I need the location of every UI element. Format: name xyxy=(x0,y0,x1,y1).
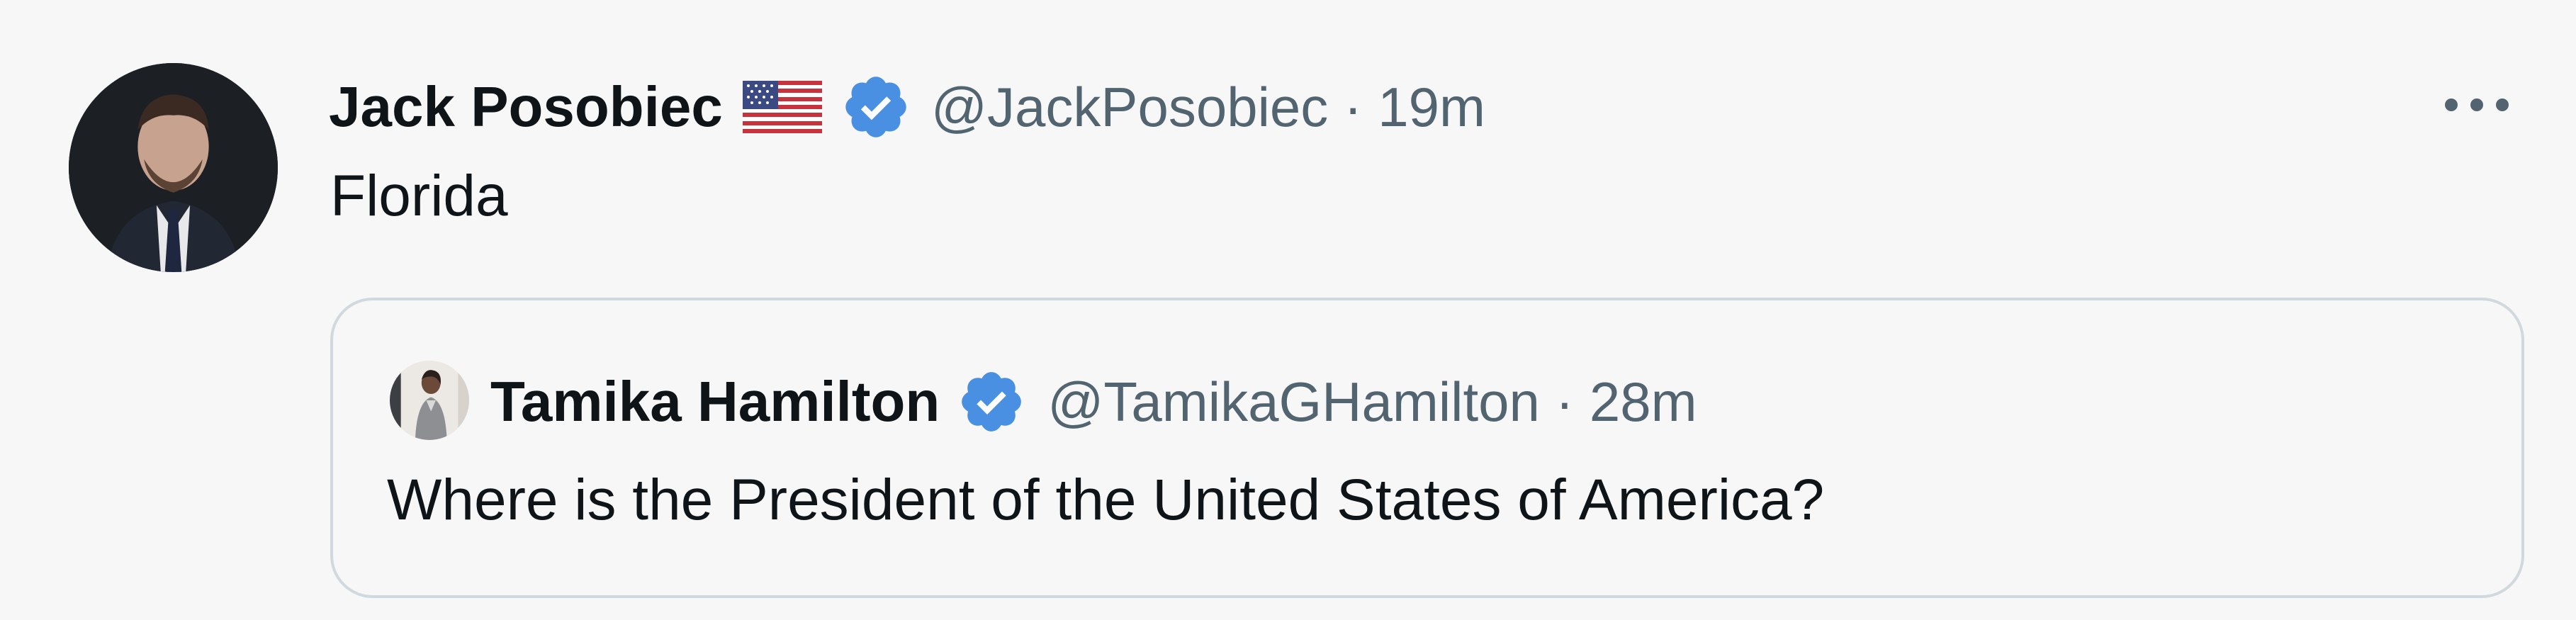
more-dot xyxy=(2496,98,2509,111)
quoted-tweet-timestamp: 28m xyxy=(1589,370,1697,433)
separator-dot: · xyxy=(1555,370,1574,433)
tweet-timestamp[interactable]: 19m xyxy=(1378,75,1485,140)
quoted-tweet-text: Where is the President of the United Sta… xyxy=(387,468,1825,532)
quoted-author-handle: @TamikaGHamilton xyxy=(1047,370,1540,433)
quoted-author-name: Tamika Hamilton xyxy=(490,370,940,433)
tweet-header: Jack Posobiec @JackPosobiec · 19m xyxy=(329,68,1485,146)
us-flag-icon xyxy=(742,81,822,133)
author-avatar-image xyxy=(69,63,278,272)
tweet-text: Florida xyxy=(330,164,508,228)
quoted-author-avatar-image xyxy=(390,361,469,440)
quoted-tweet[interactable]: Tamika Hamilton @TamikaGHamilton · 28m W… xyxy=(330,298,2524,598)
verified-badge-icon[interactable] xyxy=(840,72,911,142)
separator-dot: · xyxy=(1344,75,1363,138)
quoted-tweet-header: Tamika Hamilton @TamikaGHamilton · 28m xyxy=(490,363,1697,441)
author-name[interactable]: Jack Posobiec xyxy=(329,74,723,140)
more-options-icon[interactable] xyxy=(2445,91,2509,119)
more-dot xyxy=(2470,98,2483,111)
tweet[interactable]: Jack Posobiec @JackPosobiec · 19m Florid… xyxy=(0,0,2576,620)
author-avatar[interactable] xyxy=(69,63,278,272)
author-handle[interactable]: @JackPosobiec xyxy=(931,75,1328,140)
quoted-author-avatar xyxy=(390,361,469,440)
verified-badge-icon xyxy=(957,367,1026,436)
more-dot xyxy=(2445,98,2458,111)
